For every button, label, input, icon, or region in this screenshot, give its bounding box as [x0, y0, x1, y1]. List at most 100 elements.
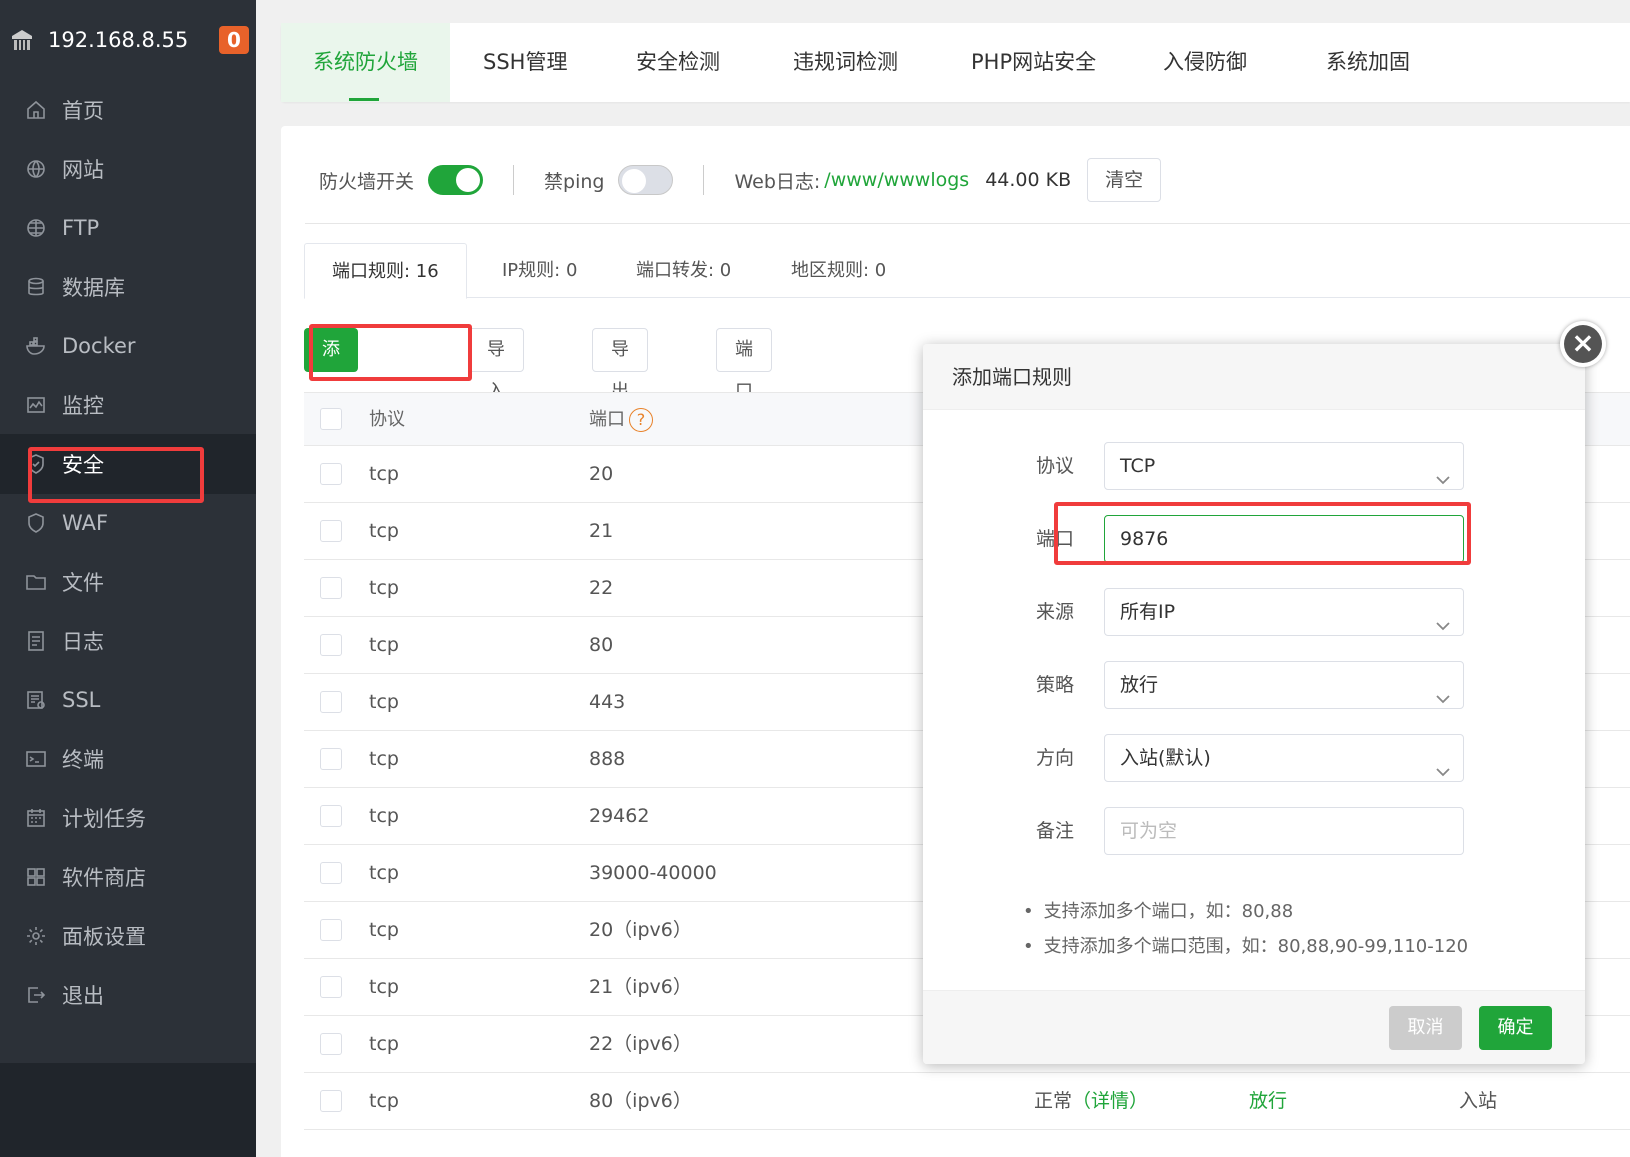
help-tips: 支持添加多个端口，如：80,88 支持添加多个端口范围，如：80,88,90-9… [1023, 894, 1468, 964]
row-checkbox[interactable] [320, 1033, 342, 1055]
sidebar-item-logout[interactable]: 退出 [0, 965, 256, 1025]
cell-policy: 放行 [1249, 1090, 1288, 1112]
column-protocol: 协议 [369, 409, 405, 430]
row-checkbox[interactable] [320, 862, 342, 884]
ftp-globe-icon [24, 216, 48, 240]
highlight-add-button [309, 324, 472, 381]
tab-port-rules[interactable]: 端口规则: 16 [304, 243, 467, 299]
detail-link[interactable]: （详情） [1072, 1090, 1148, 1112]
sidebar-item-label: 日志 [62, 630, 104, 654]
cell-port: 20 [589, 463, 614, 485]
row-checkbox[interactable] [320, 691, 342, 713]
close-dialog-button[interactable]: × [1560, 321, 1606, 367]
sidebar-item-label: 终端 [62, 748, 104, 772]
section-divider [305, 223, 1630, 224]
highlight-security [28, 447, 204, 503]
confirm-button[interactable]: 确定 [1479, 1006, 1552, 1050]
cell-port: 443 [589, 691, 626, 713]
weblog-path-link[interactable]: /www/wwwlogs [824, 169, 969, 191]
sidebar-item-terminal[interactable]: 终端 [0, 729, 256, 789]
tab-region-rules[interactable]: 地区规则: 0 [791, 243, 886, 298]
sidebar-item-label: SSL [62, 688, 101, 712]
cell-protocol: tcp [369, 634, 399, 656]
sidebar-item-settings[interactable]: 面板设置 [0, 906, 256, 966]
row-checkbox[interactable] [320, 463, 342, 485]
sidebar-item-logs[interactable]: 日志 [0, 611, 256, 671]
row-checkbox[interactable] [320, 919, 342, 941]
ping-toggle[interactable] [618, 165, 674, 195]
tab-security-scan[interactable]: 安全检测 [636, 23, 720, 102]
tab-word-detection[interactable]: 违规词检测 [793, 23, 898, 102]
source-select[interactable]: 所有IP [1104, 588, 1464, 636]
notification-badge[interactable]: 0 [219, 26, 249, 54]
sidebar-item-docker[interactable]: Docker [0, 316, 256, 376]
ping-label: 禁ping [544, 170, 605, 193]
cell-protocol: tcp [369, 463, 399, 485]
clear-log-button[interactable]: 清空 [1087, 158, 1162, 202]
cell-port: 21 [589, 520, 614, 542]
logout-icon [24, 983, 48, 1007]
divider [703, 165, 705, 195]
sidebar-item-monitor[interactable]: 监控 [0, 375, 256, 435]
cell-port: 80 [589, 634, 614, 656]
row-checkbox[interactable] [320, 976, 342, 998]
cell-protocol: tcp [369, 1033, 399, 1055]
cell-protocol: tcp [369, 577, 399, 599]
sidebar-item-website[interactable]: 网站 [0, 139, 256, 199]
cell-protocol: tcp [369, 976, 399, 998]
row-checkbox[interactable] [320, 748, 342, 770]
protocol-select[interactable]: TCP [1104, 442, 1464, 490]
docker-icon [24, 334, 48, 358]
help-icon[interactable]: ? [629, 408, 653, 432]
active-tab-indicator [349, 98, 379, 101]
tab-ip-rules[interactable]: IP规则: 0 [502, 243, 577, 298]
sidebar-item-ssl[interactable]: SSL [0, 670, 256, 730]
cell-protocol: tcp [369, 919, 399, 941]
direction-select[interactable]: 入站(默认) [1104, 734, 1464, 782]
firewall-toggle[interactable] [428, 165, 484, 195]
row-checkbox[interactable] [320, 805, 342, 827]
sidebar-item-ftp[interactable]: FTP [0, 198, 256, 258]
cancel-button[interactable]: 取消 [1389, 1006, 1462, 1050]
rule-tabs: 端口规则: 16 IP规则: 0 端口转发: 0 地区规则: 0 [304, 243, 1630, 299]
sidebar-item-files[interactable]: 文件 [0, 552, 256, 612]
home-icon [24, 98, 48, 122]
select-all-checkbox[interactable] [320, 408, 342, 430]
firewall-switch-label: 防火墙开关 [319, 170, 415, 193]
tab-php-security[interactable]: PHP网站安全 [971, 23, 1096, 102]
security-tabs: 系统防火墙 SSH管理 安全检测 违规词检测 PHP网站安全 入侵防御 系统加固 [281, 23, 1630, 102]
policy-select[interactable]: 放行 [1104, 661, 1464, 709]
cell-protocol: tcp [369, 691, 399, 713]
divider [513, 165, 515, 195]
row-checkbox[interactable] [320, 520, 342, 542]
row-checkbox[interactable] [320, 1090, 342, 1112]
protocol-row: 协议 TCP [923, 442, 1585, 490]
sidebar-item-label: 监控 [62, 394, 104, 418]
sidebar-item-database[interactable]: 数据库 [0, 257, 256, 317]
cell-port: 22（ipv6） [589, 1033, 692, 1055]
sidebar-item-cron[interactable]: 计划任务 [0, 788, 256, 848]
tab-intrusion-defense[interactable]: 入侵防御 [1163, 23, 1247, 102]
column-port: 端口? [589, 393, 653, 447]
remark-input[interactable]: 可为空 [1104, 807, 1464, 855]
port-scan-protect-button[interactable]: 端口防扫描 [716, 328, 772, 528]
dialog-title: 添加端口规则 [923, 344, 1585, 410]
sidebar-item-home[interactable]: 首页 [0, 80, 256, 140]
tab-ssh[interactable]: SSH管理 [483, 23, 567, 102]
chevron-down-icon [1435, 751, 1451, 777]
tab-port-forward[interactable]: 端口转发: 0 [636, 243, 731, 298]
cell-protocol: tcp [369, 748, 399, 770]
dialog-footer: 取消 确定 [923, 990, 1585, 1064]
row-checkbox[interactable] [320, 577, 342, 599]
chevron-down-icon [1435, 459, 1451, 485]
weblog-label: Web日志: [734, 170, 821, 193]
cell-port: 20（ipv6） [589, 919, 692, 941]
sidebar-item-app-store[interactable]: 软件商店 [0, 847, 256, 907]
row-checkbox[interactable] [320, 634, 342, 656]
import-rules-button[interactable]: 导入规则 [468, 328, 524, 486]
tab-system-firewall[interactable]: 系统防火墙 [281, 23, 450, 102]
tab-system-hardening[interactable]: 系统加固 [1326, 23, 1410, 102]
highlight-port-input [1054, 502, 1471, 565]
source-row: 来源 所有IP [923, 588, 1585, 636]
export-rules-button[interactable]: 导出规则 [592, 328, 648, 486]
